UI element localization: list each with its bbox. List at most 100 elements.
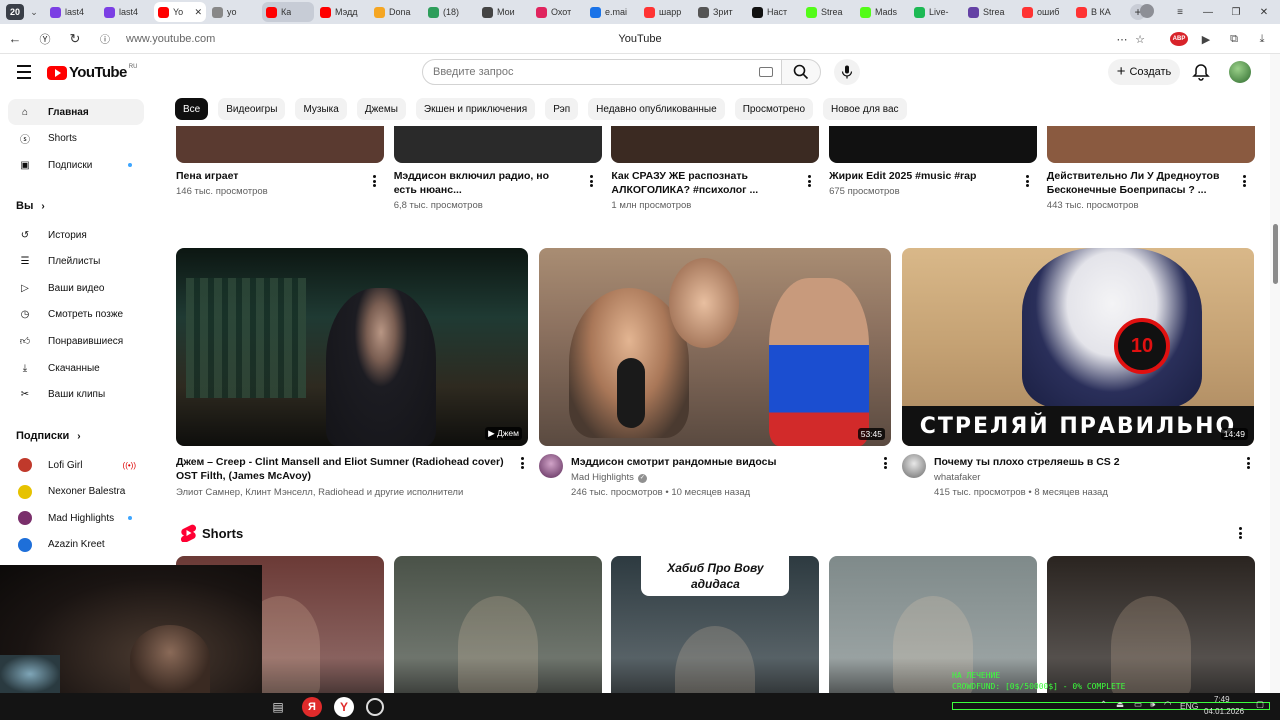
sidebar-subscription[interactable]: Nexoner Balestra <box>8 479 144 505</box>
notifications-bell-icon[interactable] <box>1191 62 1211 82</box>
browser-tab[interactable]: last4 <box>100 2 152 22</box>
tray-usb-icon[interactable]: ⏏ <box>1116 699 1124 710</box>
scrollbar-thumb[interactable] <box>1273 224 1278 284</box>
menu-icon[interactable] <box>12 60 36 84</box>
tab-list-chevron-icon[interactable]: ⌄ <box>26 7 42 18</box>
tabs-menu-icon[interactable]: ≡ <box>1166 0 1194 24</box>
sidebar-item[interactable]: ▣ Подписки <box>8 152 144 178</box>
bookmark-icon[interactable]: ☆ <box>1132 31 1148 47</box>
video-channel[interactable]: Mad Highlights <box>571 471 634 485</box>
more-options-icon[interactable] <box>803 174 815 188</box>
tray-network-icon[interactable]: ▭ <box>1134 699 1142 710</box>
tray-date[interactable]: 04.01.2026 <box>1204 707 1244 716</box>
video-card[interactable]: 10 СТРЕЛЯЙ ПРАВИЛЬНО 14:49 Почему ты пло… <box>902 248 1254 498</box>
browser-tab[interactable]: ошиб <box>1018 2 1070 22</box>
more-options-icon[interactable] <box>1242 456 1254 470</box>
page-scrollbar[interactable] <box>1270 54 1280 694</box>
youtube-logo[interactable]: YouTube RU <box>47 64 137 81</box>
video-thumbnail[interactable]: ▶ Джем <box>176 248 528 446</box>
maximize-icon[interactable]: ❐ <box>1222 0 1250 24</box>
sidebar-you-header[interactable]: Вы › <box>16 200 45 212</box>
adblock-icon[interactable]: ABP <box>1170 32 1188 46</box>
filter-chip[interactable]: Недавно опубликованные <box>588 98 725 120</box>
browser-tab[interactable]: e.mai <box>586 2 638 22</box>
channel-avatar[interactable] <box>539 454 563 478</box>
video-card[interactable]: 53:45 Мэддисон смотрит рандомные видосы … <box>539 248 891 498</box>
sidebar-subscriptions-header[interactable]: Подписки › <box>16 430 81 442</box>
filter-chip[interactable]: Музыка <box>295 98 347 120</box>
video-title[interactable]: Жирик Edit 2025 #music #rap <box>829 169 1009 183</box>
tab-count-badge[interactable]: 20 <box>6 4 24 20</box>
voice-search-button[interactable] <box>834 59 860 85</box>
browser-tab[interactable]: Наст <box>748 2 800 22</box>
video-thumbnail[interactable] <box>829 126 1038 163</box>
filter-chip[interactable]: Новое для вас <box>823 98 907 120</box>
browser-tab[interactable]: (18) <box>424 2 476 22</box>
tray-wifi-icon[interactable]: ◠ <box>1164 699 1171 710</box>
more-options-icon[interactable] <box>1239 174 1251 188</box>
yandex-home-icon[interactable]: Ⓨ <box>30 24 60 54</box>
sidebar-item[interactable]: ↺ История <box>8 222 144 248</box>
site-info-icon[interactable]: ⓘ <box>90 24 120 54</box>
sidebar-item[interactable]: ✂ Ваши клипы <box>8 382 144 408</box>
keyboard-icon[interactable] <box>759 67 773 77</box>
browser-tab[interactable]: Мои <box>478 2 530 22</box>
filter-chip[interactable]: Все <box>175 98 209 120</box>
yandex-browser-icon[interactable]: Y <box>334 697 354 717</box>
yandex-app-icon[interactable]: Я <box>302 697 322 717</box>
video-title[interactable]: Мэддисон смотрит рандомные видосы <box>571 455 871 469</box>
browser-tab[interactable]: Strea <box>964 2 1016 22</box>
back-icon[interactable]: ← <box>0 24 30 54</box>
browser-tab[interactable]: last4 <box>46 2 98 22</box>
video-channel[interactable]: whatafaker <box>934 471 980 485</box>
more-options-icon[interactable] <box>586 174 598 188</box>
video-title[interactable]: Действительно Ли У Дредноутов Бесконечны… <box>1047 169 1227 197</box>
more-options-icon[interactable] <box>879 456 891 470</box>
browser-tab[interactable]: В КА <box>1072 2 1124 22</box>
video-card[interactable]: Жирик Edit 2025 #music #rap 675 просмотро… <box>829 126 1038 226</box>
video-card[interactable]: Действительно Ли У Дредноутов Бесконечны… <box>1046 126 1255 226</box>
video-thumbnail[interactable]: 10 СТРЕЛЯЙ ПРАВИЛЬНО 14:49 <box>902 248 1254 446</box>
task-view-icon[interactable]: ▤ <box>268 697 288 717</box>
browser-tab[interactable]: Mads <box>856 2 908 22</box>
notification-center-icon[interactable]: ▢ <box>1256 699 1264 710</box>
create-button[interactable]: + Создать <box>1108 59 1180 85</box>
more-icon[interactable]: ⋯ <box>1114 31 1130 47</box>
channel-avatar[interactable] <box>902 454 926 478</box>
tray-time[interactable]: 7:49 <box>1214 695 1230 704</box>
video-thumbnail[interactable]: 53:45 <box>539 248 891 446</box>
browser-tab[interactable]: yo <box>208 2 260 22</box>
search-input[interactable] <box>433 66 733 78</box>
sidebar-item[interactable]: ⌂ Главная <box>8 99 144 125</box>
sidebar-item[interactable]: ◷ Смотреть позже <box>8 302 144 328</box>
more-options-icon[interactable] <box>368 174 380 188</box>
video-card[interactable]: Пена играет 146 тыс. просмотров <box>176 126 384 226</box>
account-avatar[interactable] <box>1229 61 1251 83</box>
browser-tab[interactable]: Yo ✕ <box>154 2 206 22</box>
url-field[interactable]: www.youtube.com <box>126 33 215 45</box>
tab-close-icon[interactable]: ✕ <box>194 7 202 18</box>
search-button[interactable] <box>781 59 821 85</box>
video-thumbnail[interactable] <box>611 126 820 163</box>
video-title[interactable]: Джем – Creep - Clint Mansell and Eliot S… <box>176 455 506 483</box>
video-thumbnail[interactable] <box>1046 126 1255 163</box>
filter-chip[interactable]: Рэп <box>545 98 579 120</box>
reload-icon[interactable]: ↻ <box>60 24 90 54</box>
minimize-icon[interactable]: — <box>1194 0 1222 24</box>
video-title[interactable]: Пена играет <box>176 169 356 183</box>
browser-tab[interactable]: Мэдд <box>316 2 368 22</box>
more-options-icon[interactable] <box>1021 174 1033 188</box>
video-card[interactable]: Мэддисон включил радио, но есть нюанс...… <box>393 126 602 226</box>
sidebar-subscription[interactable]: Mad Highlights <box>8 505 144 531</box>
video-channel[interactable]: Элиот Самнер, Клинт Мэнселл, Radiohead и… <box>176 486 516 500</box>
profile-icon[interactable] <box>1140 4 1154 18</box>
browser-tab[interactable]: Strea <box>802 2 854 22</box>
tray-language[interactable]: ENG <box>1180 701 1198 711</box>
video-card[interactable]: Как СРАЗУ ЖЕ распознать АЛКОГОЛИКА? #пси… <box>611 126 820 226</box>
filter-chip[interactable]: Джемы <box>356 98 406 120</box>
sidebar-item[interactable]: ▷ Ваши видео <box>8 275 144 301</box>
video-thumbnail[interactable] <box>393 126 602 163</box>
more-options-icon[interactable] <box>516 456 528 470</box>
filter-chip[interactable]: Видеоигры <box>218 98 286 120</box>
filter-chip[interactable]: Просмотрено <box>734 98 814 120</box>
